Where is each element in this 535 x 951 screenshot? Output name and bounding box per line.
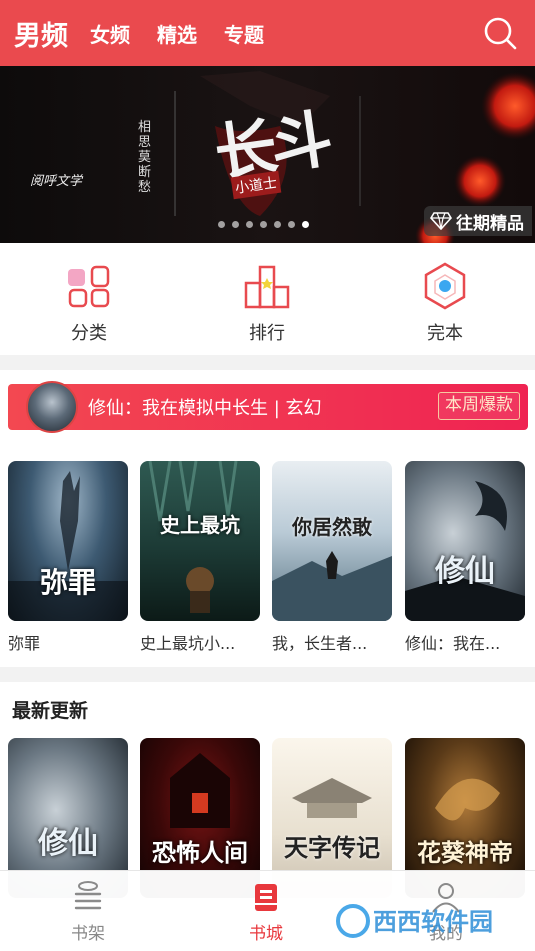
top-tab-bar: 男频 女频 精选 专题: [0, 0, 535, 66]
svg-text:西西软件园: 西西软件园: [373, 908, 493, 936]
quick-nav-finished-label: 完本: [427, 323, 463, 344]
carousel-dot[interactable]: [246, 221, 253, 228]
cover-title: 花葵神帝: [417, 838, 513, 867]
book-title: 史上最坑小...: [140, 634, 236, 653]
bottom-nav: 书架 书城 我的 西西软件园: [0, 870, 535, 951]
book-cover: 你居然敢: [272, 461, 392, 621]
hot-book-cover: [26, 381, 78, 433]
bookstore-icon: [255, 884, 277, 911]
cover-art: [405, 481, 525, 621]
book-card[interactable]: 修仙 修仙：我在...: [405, 461, 525, 654]
app-root: 男频 女频 精选 专题 阅呼文学 相思莫断愁 长斗 小道士 往期精品 分类 排行…: [0, 0, 535, 951]
category-icon: [68, 265, 110, 308]
bottom-nav-bookstore[interactable]: 书城: [236, 879, 296, 944]
book-card[interactable]: 你居然敢 我，长生者...: [272, 461, 392, 654]
cover-title: 天字传记: [284, 833, 380, 862]
past-picks-button[interactable]: 往期精品: [424, 206, 532, 236]
cover-title: 弥罪: [39, 566, 96, 599]
bookshelf-icon: [74, 881, 102, 910]
cover-title: 修仙: [38, 826, 98, 861]
book-cover: 弥罪: [8, 461, 128, 621]
quick-nav-category-label: 分类: [71, 323, 107, 344]
bottom-nav-bookshelf[interactable]: 书架: [58, 879, 118, 944]
quick-nav-ranking-label: 排行: [249, 323, 285, 344]
recommended-books: 弥罪 弥罪 史上最坑 史上最坑小... 你居然敢 我，长生者... 修仙 修仙：…: [0, 445, 535, 667]
search-icon[interactable]: [483, 16, 517, 50]
carousel-dot[interactable]: [232, 221, 239, 228]
cover-art: [148, 461, 238, 613]
ranking-icon: [244, 265, 290, 309]
tab-topics[interactable]: 专题: [224, 19, 264, 48]
book-title: 弥罪: [8, 634, 41, 653]
diamond-icon: [430, 212, 452, 230]
carousel-dot[interactable]: [260, 221, 267, 228]
past-picks-label: 往期精品: [456, 213, 524, 234]
carousel-dot-active[interactable]: [302, 221, 309, 228]
quick-nav-finished[interactable]: 完本: [356, 243, 534, 355]
latest-updates-section: 最新更新 修仙 恐怖人间 天字传记 花葵神帝: [0, 682, 535, 898]
weekly-hot-badge: 本周爆款: [438, 392, 520, 420]
carousel-dot[interactable]: [218, 221, 225, 228]
book-cover: 修仙: [405, 461, 525, 621]
bottom-nav-bookshelf-label: 书架: [71, 924, 105, 944]
cover-title: 恐怖人间: [152, 838, 248, 867]
banner-publisher-logo: 阅呼文学: [30, 174, 83, 189]
cover-title: 史上最坑: [160, 513, 240, 537]
book-cover: 史上最坑: [140, 461, 260, 621]
quick-nav: 分类 排行 完本: [0, 243, 535, 355]
book-title: 修仙：我在...: [405, 634, 501, 653]
quick-nav-ranking[interactable]: 排行: [178, 243, 356, 355]
weekly-hot-bar[interactable]: 修仙：我在模拟中长生 | 玄幻 本周爆款: [8, 381, 528, 433]
cover-title: 你居然敢: [292, 515, 372, 539]
carousel-indicators: [218, 221, 309, 228]
tab-featured[interactable]: 精选: [157, 19, 197, 48]
cover-title: 修仙: [435, 554, 495, 589]
book-title: 我，长生者...: [272, 634, 368, 653]
weekly-hot-section: 修仙：我在模拟中长生 | 玄幻 本周爆款: [0, 370, 535, 445]
promo-banner[interactable]: 阅呼文学 相思莫断愁 长斗 小道士 往期精品: [0, 66, 535, 243]
carousel-dot[interactable]: [288, 221, 295, 228]
cover-art: [272, 551, 392, 621]
tab-male[interactable]: 男频: [14, 14, 68, 53]
carousel-dot[interactable]: [274, 221, 281, 228]
finished-icon: [424, 262, 466, 310]
banner-author: 相思莫断愁: [138, 120, 152, 195]
book-card[interactable]: 史上最坑 史上最坑小...: [140, 461, 260, 654]
book-card[interactable]: 弥罪 弥罪: [8, 461, 128, 654]
tab-female[interactable]: 女频: [90, 19, 130, 48]
bottom-nav-bookstore-label: 书城: [249, 924, 283, 944]
watermark-logo: 西西软件园: [336, 904, 493, 938]
section-title: 最新更新: [12, 700, 89, 722]
quick-nav-category[interactable]: 分类: [0, 243, 178, 355]
hot-book-title: 修仙：我在模拟中长生 | 玄幻: [88, 398, 322, 419]
